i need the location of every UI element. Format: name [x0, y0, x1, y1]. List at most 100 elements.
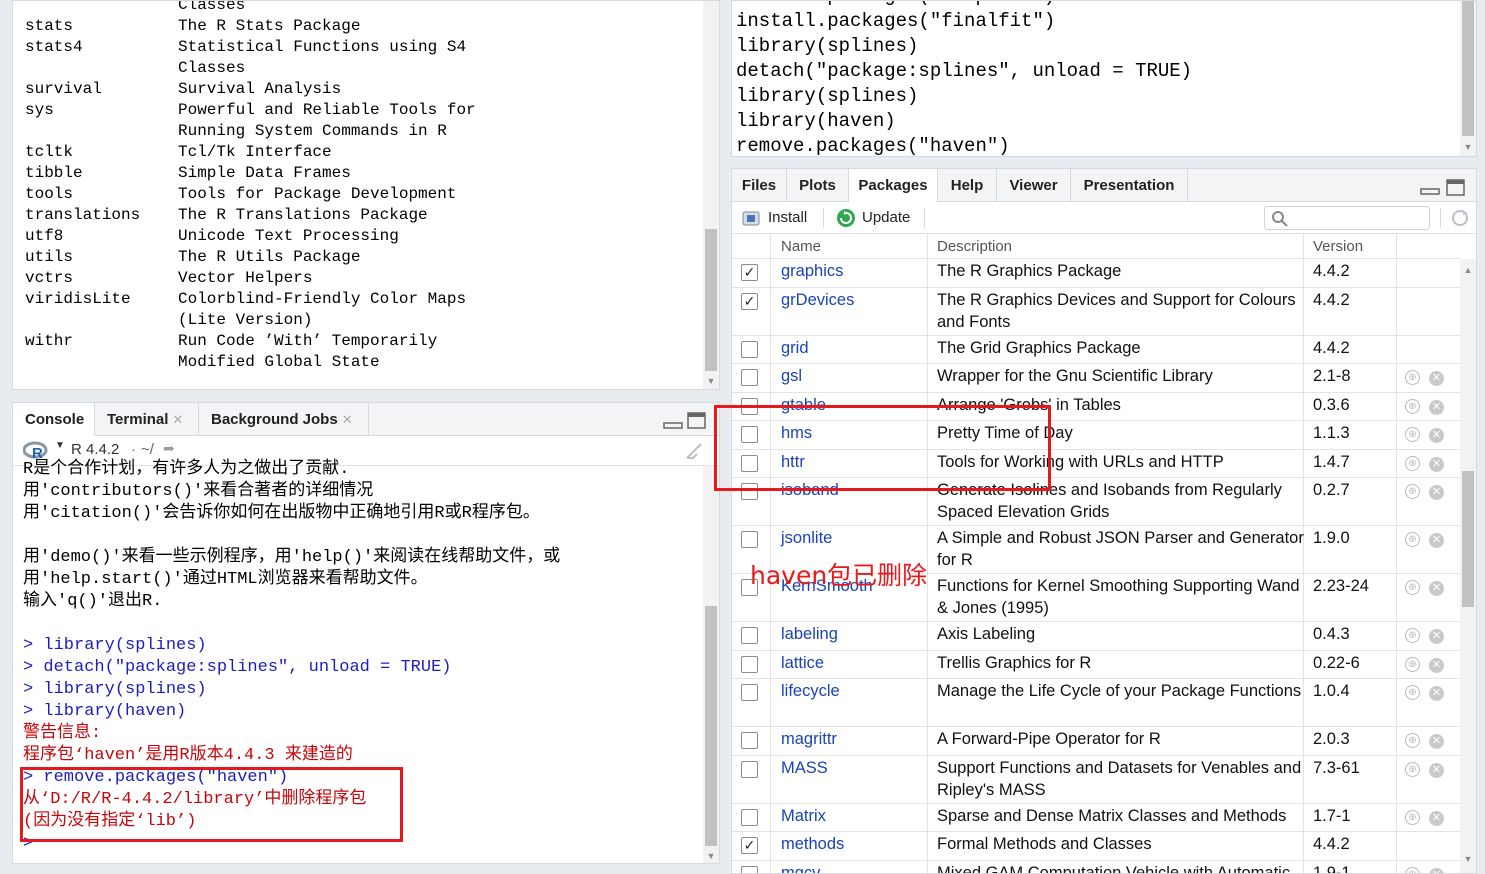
package-load-checkbox[interactable]: [741, 760, 758, 778]
package-load-checkbox[interactable]: [741, 340, 758, 358]
tab-help-label: Help: [950, 177, 984, 194]
remove-package-icon[interactable]: ✕: [1429, 867, 1444, 873]
remove-package-icon[interactable]: ✕: [1429, 399, 1444, 415]
tab-help[interactable]: Help: [938, 169, 997, 202]
tab-packages[interactable]: Packages: [849, 169, 938, 203]
remove-package-icon[interactable]: ✕: [1429, 629, 1444, 644]
package-load-checkbox[interactable]: ✓: [741, 264, 758, 281]
package-load-checkbox[interactable]: ✓: [741, 837, 758, 854]
column-header-description[interactable]: Description: [937, 234, 1012, 259]
help-package-description: Powerful and Reliable Tools for: [178, 101, 476, 119]
close-icon[interactable]: ✕: [342, 412, 353, 427]
clear-console-icon[interactable]: [685, 442, 705, 460]
refresh-icon[interactable]: [1450, 208, 1470, 228]
scroll-down-arrow-icon[interactable]: ▼: [706, 851, 716, 861]
help-package-row: Running System Commands in R: [25, 121, 705, 142]
tab-plots[interactable]: Plots: [787, 169, 849, 202]
scroll-up-arrow-icon[interactable]: ▲: [1463, 265, 1473, 275]
column-header-name[interactable]: Name: [781, 234, 821, 259]
remove-package-icon[interactable]: ✕: [1429, 810, 1444, 826]
working-directory[interactable]: ~/: [141, 441, 154, 458]
remove-package-icon[interactable]: ✕: [1429, 485, 1444, 500]
globe-icon[interactable]: ⊕: [1405, 628, 1420, 643]
package-name-link[interactable]: methods: [781, 835, 844, 854]
remove-package-icon[interactable]: ✕: [1429, 456, 1444, 472]
globe-icon[interactable]: ⊕: [1405, 455, 1420, 471]
globe-icon[interactable]: ⊕: [1405, 427, 1420, 442]
console-line: 输入'q()'退出R.: [23, 592, 163, 611]
remove-package-icon[interactable]: ✕: [1429, 533, 1444, 548]
install-button[interactable]: Install: [742, 202, 807, 234]
help-scroll-thumb[interactable]: [705, 229, 717, 371]
package-name-link[interactable]: lifecycle: [781, 682, 840, 701]
source-code[interactable]: install.packages("shapefit")install.pack…: [736, 1, 1193, 156]
package-name-link[interactable]: magrittr: [781, 730, 837, 749]
package-name-link[interactable]: gsl: [781, 367, 802, 386]
tab-files[interactable]: Files: [732, 169, 787, 202]
packages-scrollbar[interactable]: ▲ ▼: [1460, 259, 1476, 873]
globe-icon[interactable]: ⊕: [1405, 866, 1420, 873]
remove-package-icon[interactable]: ✕: [1429, 371, 1444, 386]
tab-background-jobs[interactable]: Background Jobs ✕: [199, 403, 369, 436]
globe-icon[interactable]: ⊕: [1405, 656, 1420, 672]
source-scroll-thumb[interactable]: [1462, 1, 1474, 136]
package-name-link[interactable]: grDevices: [781, 291, 854, 310]
package-name-link[interactable]: mgcv: [781, 864, 820, 874]
tab-terminal[interactable]: Terminal ✕: [95, 403, 199, 436]
package-name-link[interactable]: jsonlite: [781, 529, 832, 548]
scroll-down-arrow-icon[interactable]: ▼: [706, 376, 716, 386]
globe-icon[interactable]: ⊕: [1405, 733, 1420, 748]
tab-viewer[interactable]: Viewer: [997, 169, 1071, 202]
minimize-icon[interactable]: [1420, 183, 1440, 197]
r-logo-icon[interactable]: R: [23, 441, 49, 461]
scroll-down-arrow-icon[interactable]: ▼: [1463, 142, 1473, 152]
maximize-icon[interactable]: [1446, 179, 1466, 197]
package-name-link[interactable]: grid: [781, 339, 809, 358]
package-name-link[interactable]: MASS: [781, 759, 828, 778]
help-scrollbar[interactable]: ▼: [703, 1, 719, 389]
package-load-checkbox[interactable]: [741, 732, 758, 749]
globe-icon[interactable]: ⊕: [1405, 398, 1420, 414]
close-icon[interactable]: ✕: [172, 412, 183, 427]
update-button[interactable]: Update: [836, 202, 910, 234]
package-load-checkbox[interactable]: [741, 627, 758, 644]
chevron-down-icon[interactable]: ▼: [55, 440, 65, 451]
tab-presentation[interactable]: Presentation: [1071, 169, 1188, 202]
package-load-checkbox[interactable]: [741, 684, 758, 701]
maximize-icon[interactable]: [687, 412, 707, 430]
tab-console[interactable]: Console: [13, 403, 95, 437]
console-scrollbar[interactable]: ▼: [703, 466, 719, 863]
remove-package-icon[interactable]: ✕: [1429, 428, 1444, 443]
packages-scroll-thumb[interactable]: [1462, 471, 1474, 607]
minimize-icon[interactable]: [663, 415, 683, 429]
package-name-link[interactable]: lattice: [781, 654, 824, 673]
package-load-checkbox[interactable]: [741, 808, 758, 826]
remove-package-icon[interactable]: ✕: [1429, 762, 1444, 778]
goto-directory-icon[interactable]: ➦: [163, 440, 175, 457]
source-line: detach("package:splines", unload = TRUE): [736, 60, 1193, 82]
remove-package-icon[interactable]: ✕: [1429, 734, 1444, 749]
package-load-checkbox[interactable]: [741, 531, 758, 548]
package-load-checkbox[interactable]: ✓: [741, 292, 758, 310]
remove-package-icon[interactable]: ✕: [1429, 686, 1444, 701]
globe-icon[interactable]: ⊕: [1405, 484, 1420, 499]
globe-icon[interactable]: ⊕: [1405, 532, 1420, 547]
package-name-link[interactable]: Matrix: [781, 807, 826, 826]
package-load-checkbox[interactable]: [741, 865, 758, 873]
remove-package-icon[interactable]: ✕: [1429, 657, 1444, 673]
column-header-version[interactable]: Version: [1313, 234, 1363, 259]
source-scrollbar[interactable]: ▼: [1460, 1, 1476, 156]
scroll-down-arrow-icon[interactable]: ▼: [1463, 854, 1473, 864]
globe-icon[interactable]: ⊕: [1405, 809, 1420, 825]
remove-package-icon[interactable]: ✕: [1429, 581, 1444, 596]
package-load-checkbox[interactable]: [741, 655, 758, 673]
globe-icon[interactable]: ⊕: [1405, 761, 1420, 777]
globe-icon[interactable]: ⊕: [1405, 685, 1420, 700]
package-load-checkbox[interactable]: [741, 369, 758, 386]
globe-icon[interactable]: ⊕: [1405, 580, 1420, 595]
globe-icon[interactable]: ⊕: [1405, 370, 1420, 385]
package-search-input[interactable]: [1264, 206, 1430, 230]
package-name-link[interactable]: labeling: [781, 625, 838, 644]
package-name-link[interactable]: graphics: [781, 262, 843, 281]
console-scroll-thumb[interactable]: [705, 606, 717, 846]
